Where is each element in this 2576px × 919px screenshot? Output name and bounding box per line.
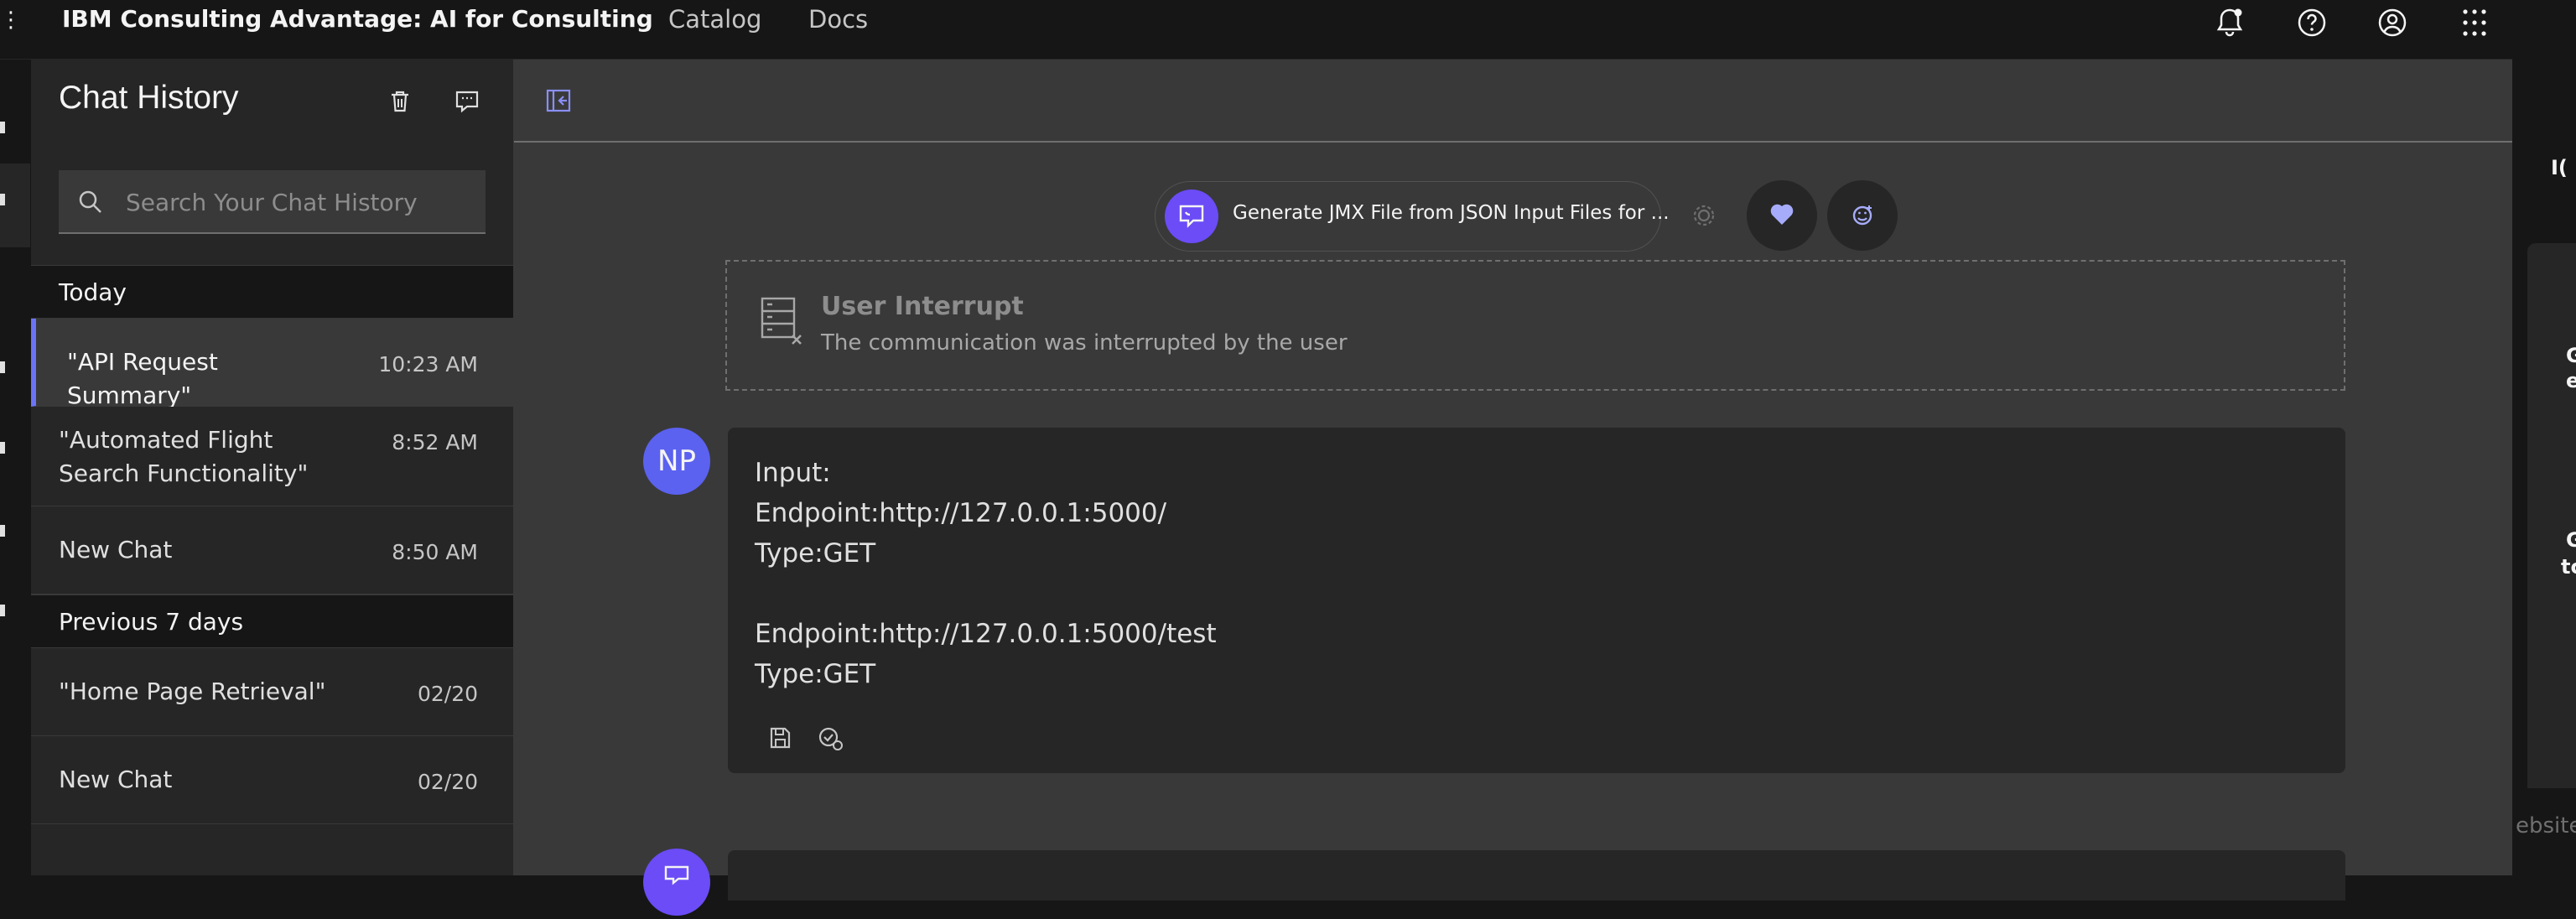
nav-catalog-link[interactable]: Catalog — [668, 5, 761, 34]
user-interrupt-notice: User Interrupt The communication was int… — [725, 260, 2345, 391]
search-icon — [79, 190, 101, 213]
rail-item-icon[interactable] — [0, 194, 5, 205]
rail-item-icon[interactable] — [0, 442, 5, 454]
background-panel — [2527, 243, 2576, 788]
message-line: Endpoint:http://127.0.0.1:5000/ — [755, 498, 1167, 528]
chat-history-item[interactable]: "Automated Flight Search Functionality" … — [31, 407, 513, 506]
assistant-chat-icon — [1179, 205, 1204, 228]
chat-history-item[interactable]: New Chat 8:50 AM — [31, 506, 513, 594]
chat-search-box[interactable] — [59, 170, 486, 234]
background-text: G — [2566, 344, 2576, 367]
left-rail — [0, 60, 30, 875]
assistant-name: Generate JMX File from JSON Input Files … — [1233, 202, 1670, 224]
sidebar-title: Chat History — [59, 80, 239, 116]
rail-item-icon[interactable] — [0, 605, 5, 616]
nav-docs-link[interactable]: Docs — [808, 5, 868, 34]
chat-item-title: "API Request Summary" — [67, 348, 218, 409]
user-avatar: NP — [643, 428, 710, 495]
user-message-bubble: Input: Endpoint:http://127.0.0.1:5000/ T… — [728, 428, 2345, 773]
app-title[interactable]: IBM Consulting Advantage: AI for Consult… — [62, 5, 653, 33]
rail-item-icon[interactable] — [0, 122, 5, 133]
feedback-check-icon[interactable] — [815, 723, 845, 753]
group-header-today: Today — [31, 265, 513, 319]
app-switcher-icon[interactable] — [2455, 3, 2494, 42]
background-text: e — [2566, 369, 2576, 392]
chat-history-sidebar: Chat History Today "API Request Summary"… — [31, 60, 514, 875]
interrupt-title: User Interrupt — [821, 292, 1024, 321]
rail-active-item[interactable] — [0, 164, 30, 247]
assistant-message-bubble — [728, 850, 2345, 901]
background-window-edge: I( G e G tc ebsite — [2512, 0, 2576, 875]
group-header-previous-7-days: Previous 7 days — [31, 594, 513, 648]
notification-bell-icon[interactable] — [2210, 3, 2249, 42]
background-text: ebsite — [2516, 813, 2576, 839]
chat-item-title: "Automated Flight Search Functionality" — [59, 426, 309, 487]
save-icon[interactable] — [765, 723, 795, 753]
heart-icon — [1770, 204, 1794, 225]
menu-icon[interactable]: ⋮ — [0, 0, 22, 59]
assistant-avatar — [643, 849, 710, 916]
assistant-selector-pill[interactable]: Generate JMX File from JSON Input Files … — [1155, 181, 1670, 252]
user-profile-icon[interactable] — [2373, 3, 2412, 42]
feedback-button[interactable] — [1827, 180, 1898, 251]
trash-icon[interactable] — [383, 85, 417, 118]
background-text: I( — [2551, 156, 2568, 179]
message-line: Endpoint:http://127.0.0.1:5000/test — [755, 619, 1217, 649]
new-chat-icon[interactable] — [450, 85, 484, 118]
chat-item-title: New Chat — [59, 766, 173, 793]
chat-item-time: 8:52 AM — [392, 430, 478, 454]
chat-item-time: 02/20 — [417, 770, 478, 794]
background-text: tc — [2561, 555, 2576, 579]
background-text: G — [2566, 528, 2576, 552]
chat-history-item[interactable]: "Home Page Retrieval" 02/20 — [31, 648, 513, 736]
chat-history-item[interactable]: "API Request Summary" 10:23 AM — [31, 319, 513, 409]
chat-search-input[interactable] — [124, 170, 480, 234]
rail-item-icon[interactable] — [0, 361, 5, 373]
message-line: Input: — [755, 458, 831, 488]
smiley-icon — [1852, 205, 1872, 226]
favorite-button[interactable] — [1747, 180, 1817, 251]
rail-item-icon[interactable] — [0, 525, 5, 537]
assistant-avatar — [1165, 190, 1218, 243]
help-icon[interactable] — [2293, 3, 2331, 42]
chat-item-time: 8:50 AM — [392, 540, 478, 564]
chat-item-time: 10:23 AM — [378, 352, 478, 376]
top-navigation-bar: ⋮ IBM Consulting Advantage: AI for Consu… — [0, 0, 2512, 60]
server-error-icon — [761, 297, 802, 345]
settings-icon[interactable] — [1687, 199, 1721, 232]
chat-history-item[interactable]: New Chat 02/20 — [31, 736, 513, 824]
interrupt-description: The communication was interrupted by the… — [821, 330, 1348, 356]
chat-main-panel: Generate JMX File from JSON Input Files … — [514, 60, 2512, 916]
main-toolbar — [514, 60, 2512, 143]
collapse-sidebar-icon[interactable] — [544, 86, 573, 115]
message-line: Type:GET — [755, 659, 876, 689]
chat-item-time: 02/20 — [417, 682, 478, 706]
chat-item-title: "Home Page Retrieval" — [59, 678, 326, 705]
chat-item-title: New Chat — [59, 536, 173, 563]
message-line: Type:GET — [755, 538, 876, 569]
assistant-chat-icon — [664, 865, 689, 885]
